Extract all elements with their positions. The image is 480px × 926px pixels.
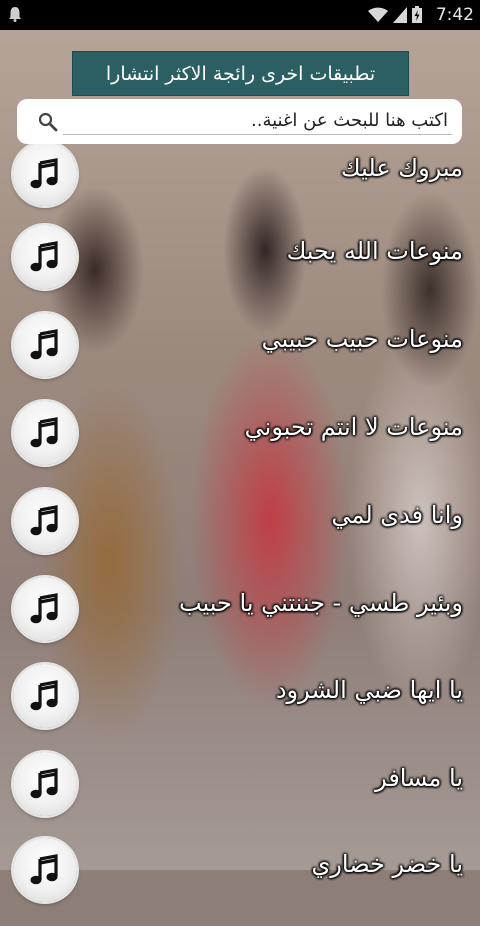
list-item[interactable]: منوعات لا انتم تحبوني: [0, 401, 480, 489]
song-title: منوعات الله يحبك: [286, 237, 463, 265]
song-title: يا ايها ضبي الشرود: [275, 676, 463, 704]
list-item[interactable]: منوعات الله يحبك: [0, 225, 480, 313]
music-note-icon: [30, 329, 58, 360]
search-icon[interactable]: [38, 112, 58, 132]
music-note-icon: [30, 768, 58, 799]
music-note-icon: [30, 854, 58, 885]
song-title: منوعات حبيب حبيبي: [261, 325, 463, 353]
other-apps-banner[interactable]: تطبيقات اخرى رائجة الاكثر انتشارا: [72, 51, 409, 96]
notification-bell-icon: [9, 7, 21, 22]
music-disc-button[interactable]: [13, 577, 77, 641]
song-title: وانا فدى لمي: [331, 501, 463, 529]
list-item[interactable]: يا مسافر: [0, 752, 480, 840]
list-item[interactable]: يا ايها ضبي الشرود: [0, 664, 480, 752]
status-time: 7:42: [435, 5, 474, 25]
music-note-icon: [30, 593, 58, 624]
music-note-icon: [30, 241, 58, 272]
signal-icon: [393, 6, 407, 23]
music-note-icon: [30, 158, 58, 189]
song-title: يا مسافر: [375, 764, 463, 792]
status-bar: 7:42: [0, 0, 480, 30]
wifi-icon: [368, 7, 388, 22]
music-disc-button[interactable]: [13, 313, 77, 377]
music-disc-button[interactable]: [13, 225, 77, 289]
music-disc-button[interactable]: [13, 401, 77, 465]
music-note-icon: [30, 505, 58, 536]
music-disc-button[interactable]: [13, 664, 77, 728]
music-disc-button[interactable]: [13, 838, 77, 902]
music-disc-button[interactable]: [13, 752, 77, 816]
music-note-icon: [30, 417, 58, 448]
list-item[interactable]: وانا فدى لمي: [0, 489, 480, 577]
search-input[interactable]: اكتب هنا للبحث عن اغنية..: [251, 110, 448, 131]
list-item[interactable]: وبئير طسي - جننتني يا حبيب: [0, 577, 480, 665]
list-item[interactable]: منوعات حبيب حبيبي: [0, 313, 480, 401]
music-note-icon: [30, 680, 58, 711]
list-item[interactable]: يا خضر خضاري: [0, 838, 480, 926]
song-title: منوعات لا انتم تحبوني: [244, 413, 463, 441]
search-box[interactable]: اكتب هنا للبحث عن اغنية..: [17, 99, 462, 144]
list-item[interactable]: مبروك عليك: [0, 142, 480, 230]
song-title: وبئير طسي - جننتني يا حبيب: [178, 589, 463, 617]
music-disc-button[interactable]: [13, 489, 77, 553]
song-title: يا خضر خضاري: [311, 850, 463, 878]
music-disc-button[interactable]: [13, 142, 77, 206]
song-title: مبروك عليك: [340, 154, 463, 182]
battery-icon: [412, 6, 422, 23]
search-underline: [63, 134, 452, 135]
